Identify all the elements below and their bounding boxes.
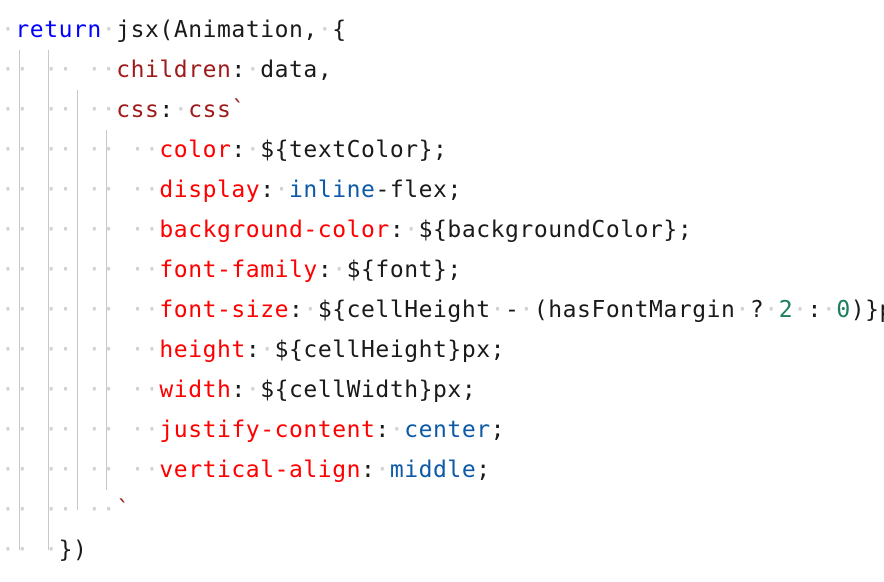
leading-whitespace: · (1, 17, 16, 43)
code-line[interactable]: ·· ·· ··` (0, 490, 131, 530)
code-line[interactable]: ·· ·· ·· ··background-color:·${backgroun… (0, 210, 692, 250)
token-plain: ${textColor}; (260, 137, 448, 163)
token-whitespace: · (245, 137, 261, 163)
token-plain: data, (260, 57, 333, 83)
token-plain: ${font}; (346, 257, 462, 283)
token-plain: : (245, 337, 261, 363)
token-css_property: justify-content (159, 417, 376, 443)
token-plain: : (389, 217, 405, 243)
token-plain: : (361, 457, 376, 483)
token-whitespace: · (404, 217, 419, 243)
token-plain: ${cellHeight}px; (274, 337, 506, 363)
token-plain: : (317, 257, 333, 283)
token-plain: : (375, 417, 390, 443)
token-whitespace: · (317, 17, 333, 43)
token-plain: : (807, 297, 822, 323)
token-whitespace: · (735, 297, 750, 323)
leading-whitespace: ·· ·· ·· ·· (1, 457, 160, 483)
leading-whitespace: ·· ·· ·· ·· (1, 337, 160, 363)
leading-whitespace: ·· ·· ·· ·· (1, 177, 160, 203)
leading-whitespace: ·· ·· ·· ·· (1, 137, 160, 163)
token-whitespace: · (375, 457, 390, 483)
token-css_property: color (159, 137, 232, 163)
token-plain: : (260, 177, 275, 203)
token-whitespace: · (274, 177, 290, 203)
token-backtick: ` (231, 97, 246, 123)
token-plain: - (505, 297, 520, 323)
token-whitespace: · (821, 297, 837, 323)
token-css_property: height (159, 337, 246, 363)
token-plain: { (332, 17, 347, 43)
leading-whitespace: ·· ·· ·· (1, 57, 117, 83)
token-plain: ${cellWidth}px; (260, 377, 477, 403)
leading-whitespace: ·· · (1, 537, 59, 563)
token-plain: ? (749, 297, 765, 323)
leading-whitespace: ·· ·· ·· ·· (1, 257, 160, 283)
token-css_value: center (404, 417, 491, 443)
code-line[interactable]: ·· ·· ·· ··vertical-align:·middle; (0, 450, 491, 490)
token-whitespace: · (101, 17, 117, 43)
token-keyword: return (15, 17, 102, 43)
token-plain: (hasFontMargin (533, 297, 736, 323)
token-css_property: font-size (159, 297, 290, 323)
token-css_property: background-color (159, 217, 390, 243)
token-plain: ${cellHeight (317, 297, 491, 323)
token-whitespace: · (793, 297, 808, 323)
code-line[interactable]: ·· ·· ··css:·css` (0, 90, 246, 130)
code-line[interactable]: ·· ·· ·· ··font-size:·${cellHeight·-·(ha… (0, 290, 884, 330)
token-css_property: width (159, 377, 232, 403)
token-css_value: inline (289, 177, 376, 203)
token-js_property: css (188, 97, 232, 123)
token-plain: jsx(Animation, (116, 17, 318, 43)
token-number: 0 (836, 297, 851, 323)
leading-whitespace: ·· ·· ·· ·· (1, 297, 160, 323)
token-whitespace: · (389, 417, 405, 443)
token-css_property: vertical-align (159, 457, 362, 483)
token-plain: ; (476, 457, 491, 483)
token-plain: : (231, 137, 246, 163)
token-plain: ; (490, 417, 506, 443)
token-whitespace: · (332, 257, 347, 283)
leading-whitespace: ·· ·· ·· ·· (1, 377, 160, 403)
code-line[interactable]: ·· ·· ··children:·data, (0, 50, 332, 90)
code-line[interactable]: ·· ·· ·· ··justify-content:·center; (0, 410, 505, 450)
token-css_property: font-family (159, 257, 318, 283)
token-js_property: css (116, 97, 160, 123)
token-plain: -flex; (375, 177, 462, 203)
code-line[interactable]: ·· ·· ·· ··display:·inline-flex; (0, 170, 462, 210)
token-whitespace: · (519, 297, 534, 323)
leading-whitespace: ·· ·· ·· ·· (1, 417, 160, 443)
token-whitespace: · (764, 297, 779, 323)
token-plain: }) (58, 537, 88, 563)
token-plain: : (231, 377, 246, 403)
token-number: 2 (778, 297, 794, 323)
token-whitespace: · (173, 97, 189, 123)
code-line[interactable]: ·· ·· ·· ··color:·${textColor}; (0, 130, 447, 170)
token-backtick: ` (116, 497, 131, 523)
token-whitespace: · (490, 297, 506, 323)
token-css_value: middle (389, 457, 477, 483)
leading-whitespace: ·· ·· ·· ·· (1, 217, 160, 243)
leading-whitespace: ·· ·· ·· (1, 497, 117, 523)
token-js_property: children (116, 57, 232, 83)
token-plain: : (159, 97, 174, 123)
code-line[interactable]: ·return·jsx(Animation,·{ (0, 10, 347, 50)
token-whitespace: · (245, 377, 261, 403)
token-plain: ${backgroundColor}; (418, 217, 693, 243)
code-line[interactable]: ·· ·}) (0, 530, 87, 570)
code-line[interactable]: ·· ·· ·· ··height:·${cellHeight}px; (0, 330, 505, 370)
token-plain: : (231, 57, 246, 83)
code-editor[interactable]: ·return·jsx(Animation,·{·· ·· ··children… (0, 0, 884, 582)
leading-whitespace: ·· ·· ·· (1, 97, 117, 123)
token-whitespace: · (245, 57, 261, 83)
code-line[interactable]: ·· ·· ·· ··font-family:·${font}; (0, 250, 462, 290)
token-plain: )}px; (850, 297, 884, 323)
token-css_property: display (159, 177, 261, 203)
token-plain: : (289, 297, 304, 323)
token-whitespace: · (260, 337, 275, 363)
token-whitespace: · (303, 297, 318, 323)
code-line[interactable]: ·· ·· ·· ··width:·${cellWidth}px; (0, 370, 476, 410)
